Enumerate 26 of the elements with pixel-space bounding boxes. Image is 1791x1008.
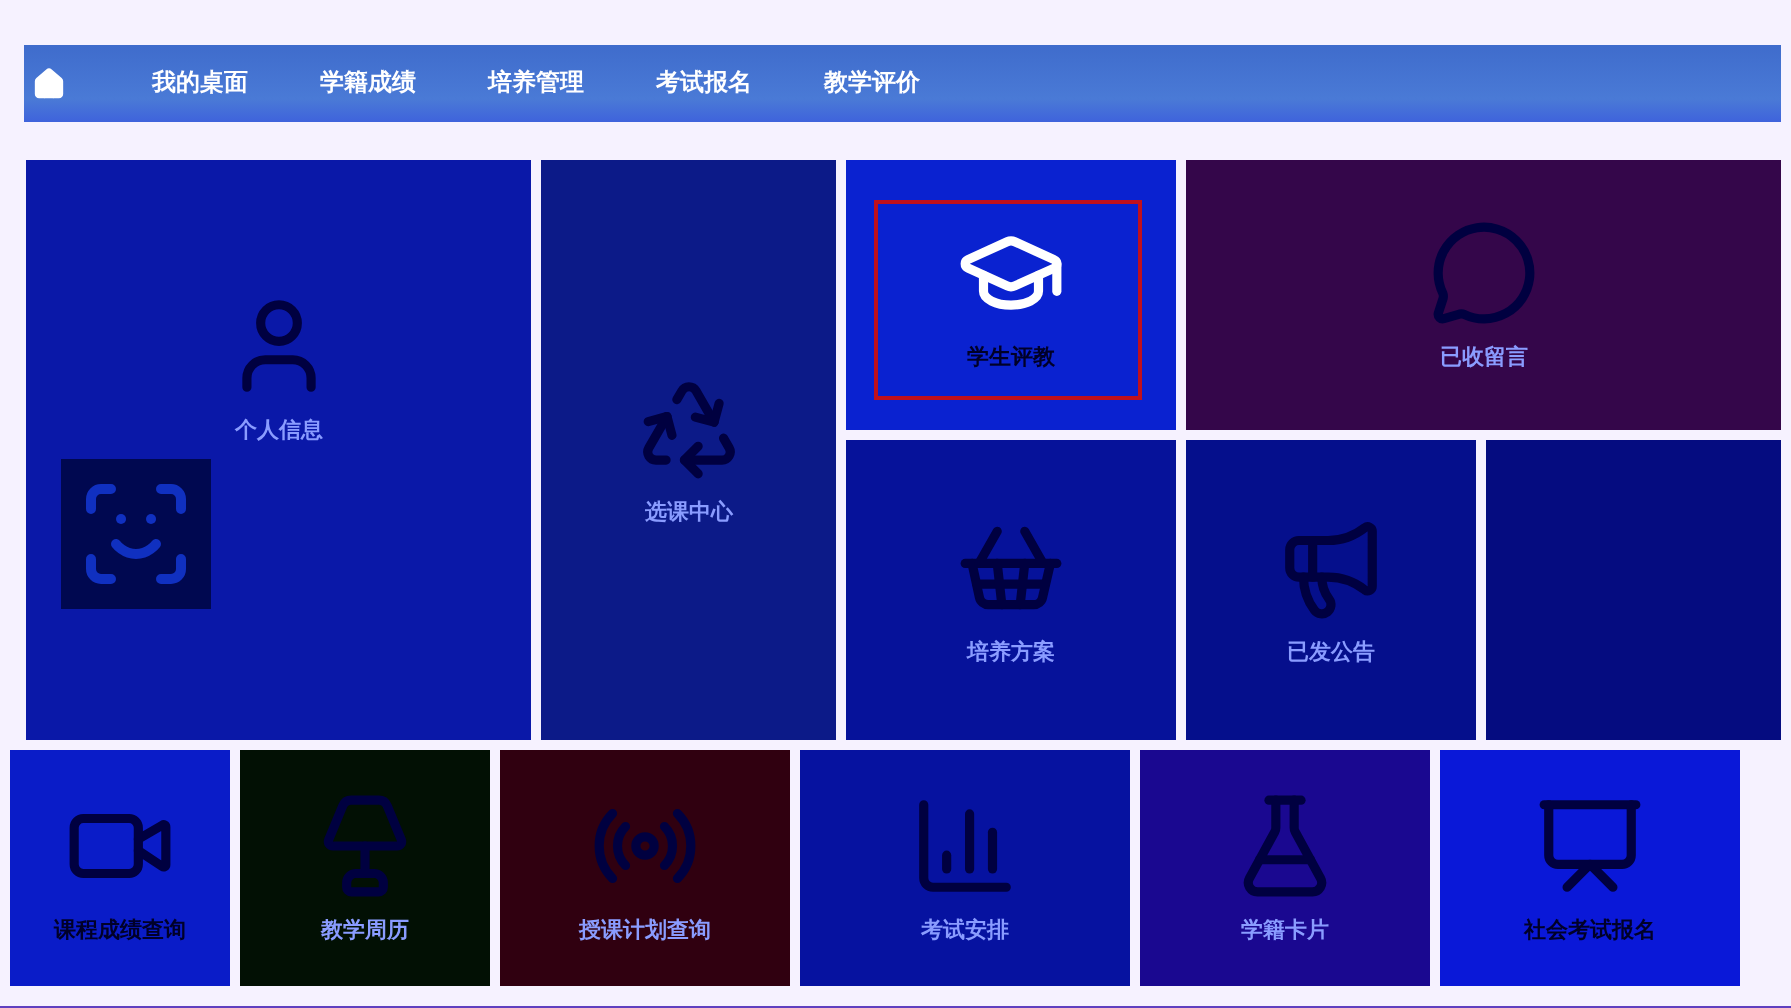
nav-tab[interactable]: 教学评价: [788, 60, 956, 108]
app-tile[interactable]: 培养方案: [846, 439, 1176, 740]
tile-label: 已发公告: [1287, 637, 1375, 666]
app-tile[interactable]: 个人信息: [26, 159, 531, 740]
app-tile[interactable]: 已发公告: [1186, 439, 1476, 740]
tile-label: 培养方案: [967, 637, 1055, 666]
nav-tab[interactable]: 培养管理: [452, 60, 620, 108]
tile-label: 学籍卡片: [1241, 915, 1329, 944]
tile-label: 个人信息: [234, 415, 323, 444]
tile-label: 教学周历: [321, 915, 409, 944]
app-tile[interactable]: 教学周历: [240, 749, 490, 986]
tile-label: 授课计划查询: [579, 915, 711, 944]
nav-tab[interactable]: 学籍成绩: [284, 60, 452, 108]
app-tile[interactable]: 选课中心: [541, 159, 836, 740]
app-tile[interactable]: 授课计划查询: [500, 749, 790, 986]
app-tile[interactable]: 考试安排: [800, 749, 1130, 986]
tile-label: 考试安排: [921, 915, 1009, 944]
tile-label: 社会考试报名: [1524, 915, 1656, 944]
nav-tab[interactable]: 我的桌面: [116, 60, 284, 108]
tile-label: 学生评教: [967, 342, 1055, 371]
nav-tab[interactable]: 考试报名: [620, 60, 788, 108]
app-tile[interactable]: 学籍卡片: [1140, 749, 1430, 986]
app-tile[interactable]: 已收留言: [1186, 159, 1781, 430]
tile-label: 课程成绩查询: [54, 915, 186, 944]
tile-label: 选课中心: [644, 497, 733, 526]
tile-label: 已收留言: [1439, 342, 1528, 371]
